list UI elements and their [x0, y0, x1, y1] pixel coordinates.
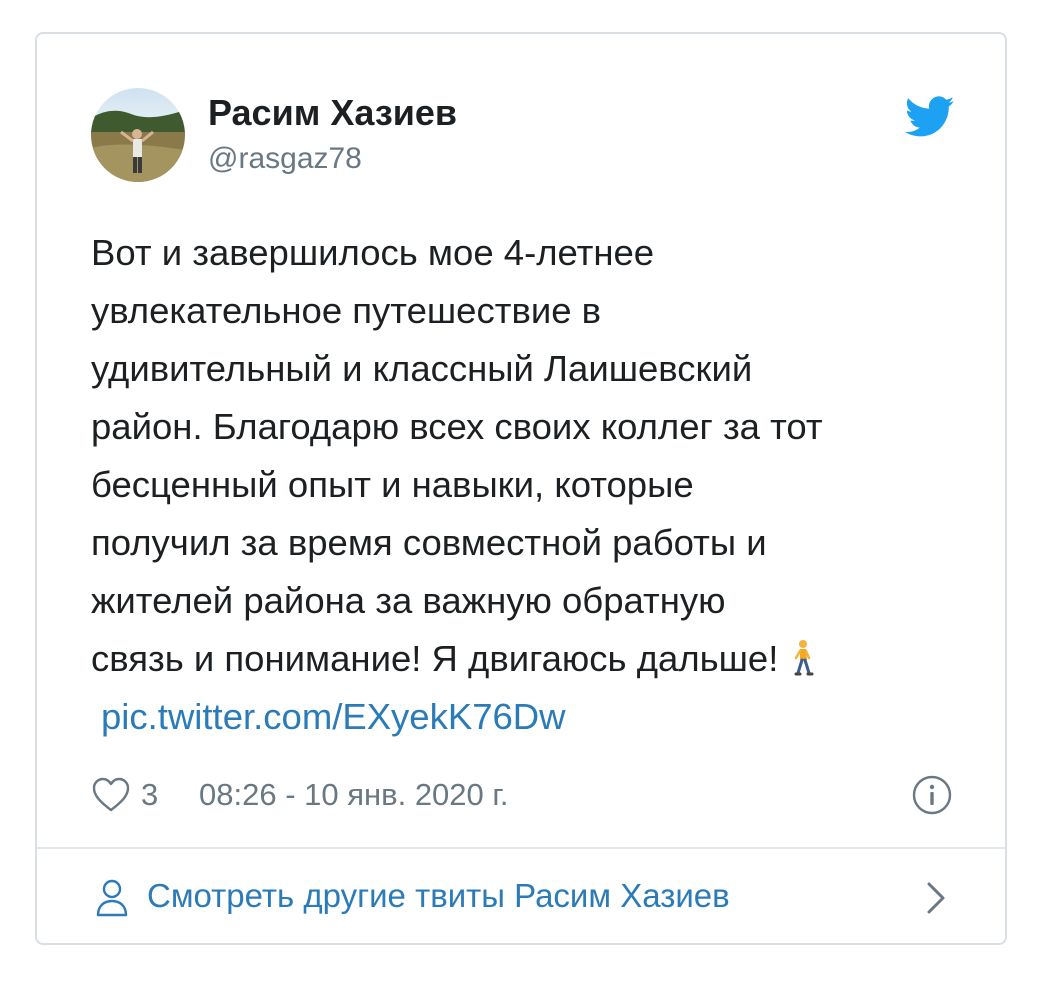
- tweet-line: жителей района за важную обратную: [91, 580, 726, 621]
- tweet-line: связь и понимание! Я двигаюсь дальше!: [91, 638, 779, 679]
- tweet-line: удивительный и классный Лаишевский: [91, 348, 753, 389]
- info-icon[interactable]: [911, 774, 953, 816]
- tweet-line: получил за время совместной работы и: [91, 522, 767, 563]
- tweet-card: Расим Хазиев @rasgaz78 Вот и завершилось…: [35, 32, 1007, 945]
- person-walking-icon: [794, 640, 814, 676]
- more-tweets-link[interactable]: Смотреть другие твиты Расим Хазиев: [91, 872, 961, 928]
- avatar[interactable]: [91, 88, 185, 182]
- more-tweets-label: Смотреть другие твиты Расим Хазиев: [147, 877, 730, 914]
- author-handle[interactable]: @rasgaz78: [208, 142, 362, 176]
- tweet-line: увлекательное путешествие в: [91, 290, 602, 331]
- tweet-text: Вот и завершилось мое 4-летнее увлекател…: [91, 224, 971, 746]
- tweet-line: бесценный опыт и навыки, которые: [91, 464, 694, 505]
- tweet-line-last: связь и понимание! Я двигаюсь дальше!: [91, 630, 971, 688]
- like-count[interactable]: 3: [141, 777, 158, 813]
- tweet-line: район. Благодарю всех своих коллег за то…: [91, 406, 823, 447]
- heart-icon[interactable]: [91, 776, 131, 814]
- person-icon: [96, 879, 128, 917]
- chevron-right-icon: [927, 882, 945, 914]
- tweet-meta: 3 08:26 - 10 янв. 2020 г.: [91, 774, 961, 818]
- timestamp[interactable]: 08:26 - 10 янв. 2020 г.: [199, 777, 509, 813]
- author-name[interactable]: Расим Хазиев: [208, 92, 457, 134]
- tweet-line: Вот и завершилось мое 4-летнее: [91, 232, 655, 273]
- tweet-link-line: pic.twitter.com/EXyekK76Dw: [91, 688, 971, 746]
- tweet-media-link[interactable]: pic.twitter.com/EXyekK76Dw: [91, 696, 566, 737]
- twitter-bird-icon[interactable]: [905, 96, 955, 138]
- divider: [37, 847, 1005, 849]
